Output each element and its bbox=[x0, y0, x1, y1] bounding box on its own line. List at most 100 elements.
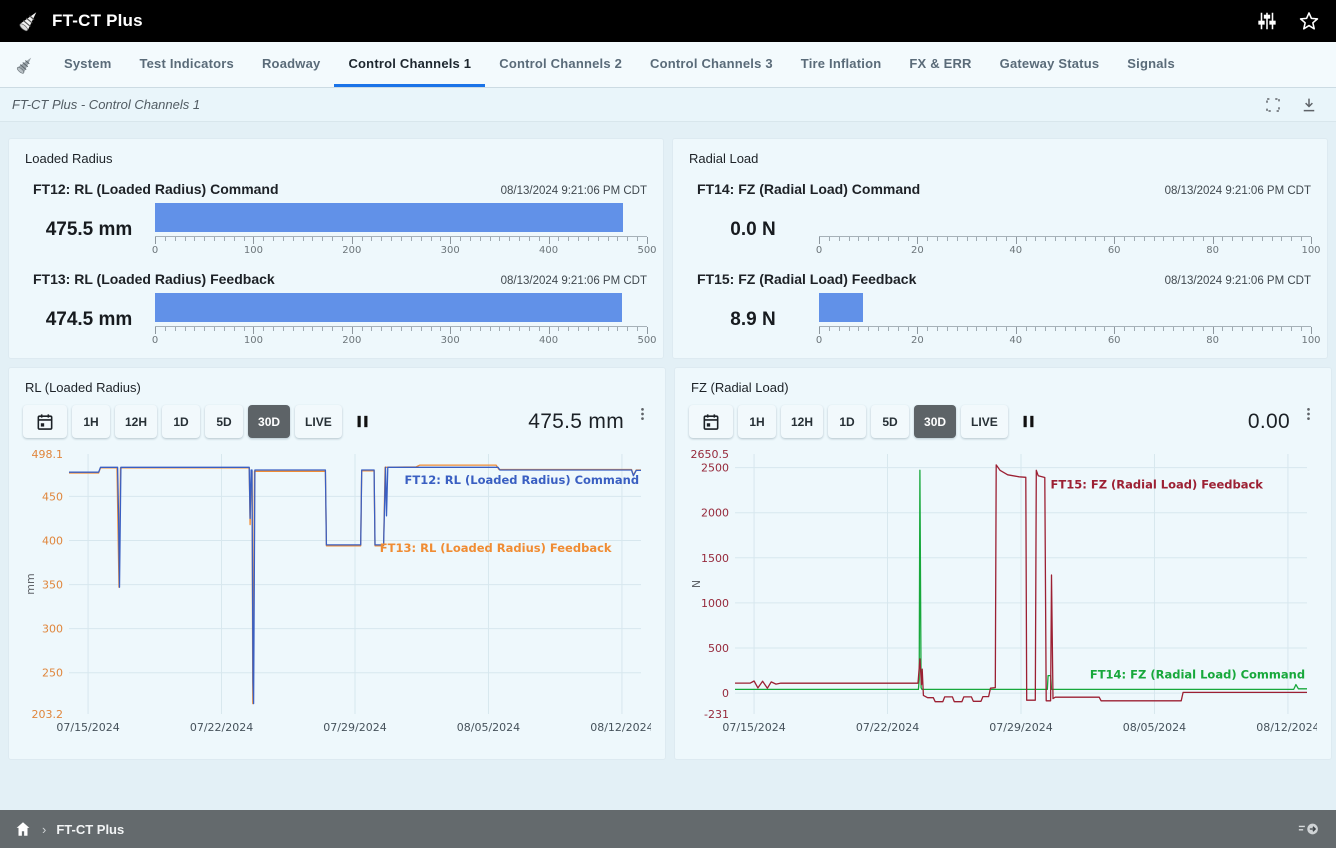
home-icon[interactable] bbox=[14, 820, 32, 838]
range-button-12h[interactable]: 12H bbox=[115, 405, 157, 438]
tab-signals[interactable]: Signals bbox=[1113, 42, 1189, 87]
svg-text:08/05/2024: 08/05/2024 bbox=[1123, 721, 1186, 734]
main-content: Loaded Radius FT12: RL (Loaded Radius) C… bbox=[0, 122, 1336, 810]
svg-text:08/12/2024: 08/12/2024 bbox=[1256, 721, 1317, 734]
svg-text:mm: mm bbox=[24, 573, 37, 594]
panel-radial-load: Radial Load FT14: FZ (Radial Load) Comma… bbox=[672, 138, 1328, 359]
fz-chart-plot[interactable]: 2650.525002000150010005000-23107/15/2024… bbox=[689, 442, 1317, 749]
range-button-1d[interactable]: 1D bbox=[828, 405, 866, 438]
range-button-30d[interactable]: 30D bbox=[914, 405, 956, 438]
chart-current-value: 475.5 mm bbox=[528, 410, 624, 434]
kebab-menu-icon[interactable] bbox=[634, 403, 651, 425]
svg-text:07/29/2024: 07/29/2024 bbox=[323, 721, 386, 734]
svg-text:07/15/2024: 07/15/2024 bbox=[56, 721, 119, 734]
tab-test-indicators[interactable]: Test Indicators bbox=[125, 42, 248, 87]
svg-text:400: 400 bbox=[42, 534, 63, 547]
chart-title: RL (Loaded Radius) bbox=[23, 378, 651, 397]
gauge-value: 8.9 N bbox=[687, 293, 819, 331]
gauge-label: FT12: RL (Loaded Radius) Command bbox=[33, 181, 279, 197]
tab-roadway[interactable]: Roadway bbox=[248, 42, 334, 87]
gauge-value: 475.5 mm bbox=[23, 203, 155, 241]
svg-text:08/12/2024: 08/12/2024 bbox=[590, 721, 651, 734]
tab-system[interactable]: System bbox=[50, 42, 125, 87]
svg-text:FT12: RL (Loaded Radius) Comma: FT12: RL (Loaded Radius) Command bbox=[405, 473, 640, 487]
rl-chart-plot[interactable]: 498.1450400350300250203.207/15/202407/22… bbox=[23, 442, 651, 749]
fullscreen-icon[interactable] bbox=[1264, 96, 1282, 114]
kebab-menu-icon[interactable] bbox=[1300, 403, 1317, 425]
footer-bar: › FT-CT Plus bbox=[0, 810, 1336, 848]
svg-text:203.2: 203.2 bbox=[32, 708, 64, 721]
tab-bar-logo-icon bbox=[8, 42, 50, 87]
range-button-live[interactable]: LIVE bbox=[295, 405, 342, 438]
range-button-1d[interactable]: 1D bbox=[162, 405, 200, 438]
star-icon[interactable] bbox=[1298, 10, 1320, 32]
tune-icon[interactable] bbox=[1256, 10, 1278, 32]
range-button-5d[interactable]: 5D bbox=[871, 405, 909, 438]
svg-text:2000: 2000 bbox=[701, 507, 729, 520]
svg-text:07/22/2024: 07/22/2024 bbox=[856, 721, 919, 734]
svg-text:2650.5: 2650.5 bbox=[691, 448, 730, 461]
gauge-timestamp: 08/13/2024 9:21:06 PM CDT bbox=[1165, 275, 1311, 287]
svg-text:350: 350 bbox=[42, 579, 63, 592]
svg-text:FT13: RL (Loaded Radius) Feedb: FT13: RL (Loaded Radius) Feedback bbox=[380, 541, 612, 555]
svg-text:250: 250 bbox=[42, 667, 63, 680]
svg-text:2500: 2500 bbox=[701, 462, 729, 475]
gauge-label: FT13: RL (Loaded Radius) Feedback bbox=[33, 271, 275, 287]
panel-title: Loaded Radius bbox=[23, 149, 649, 168]
svg-text:N: N bbox=[690, 580, 703, 588]
gauge-value: 0.0 N bbox=[687, 203, 819, 241]
gauge-ft15: FT15: FZ (Radial Load) Feedback 08/13/20… bbox=[687, 271, 1313, 348]
svg-text:1000: 1000 bbox=[701, 597, 729, 610]
svg-text:0: 0 bbox=[722, 687, 729, 700]
tab-control-channels-3[interactable]: Control Channels 3 bbox=[636, 42, 787, 87]
panel-fz-chart: FZ (Radial Load) 1H12H1D5D30DLIVE 0.00 2… bbox=[674, 367, 1332, 760]
tab-gateway-status[interactable]: Gateway Status bbox=[986, 42, 1114, 87]
range-button-12h[interactable]: 12H bbox=[781, 405, 823, 438]
range-group: 1H12H1D5D30DLIVE bbox=[738, 405, 1008, 438]
gauge-timestamp: 08/13/2024 9:21:06 PM CDT bbox=[1165, 185, 1311, 197]
send-icon[interactable] bbox=[1298, 820, 1322, 838]
chevron-right-icon: › bbox=[42, 822, 46, 837]
pause-button[interactable] bbox=[1020, 413, 1037, 430]
gauge-bar bbox=[155, 203, 647, 232]
panel-loaded-radius: Loaded Radius FT12: RL (Loaded Radius) C… bbox=[8, 138, 664, 359]
pause-button[interactable] bbox=[354, 413, 371, 430]
gauge-ruler: 020406080100 bbox=[819, 326, 1311, 348]
app-header: FT-CT Plus bbox=[0, 0, 1336, 42]
range-button-5d[interactable]: 5D bbox=[205, 405, 243, 438]
chart-toolbar: 1H12H1D5D30DLIVE 0.00 bbox=[689, 405, 1317, 438]
gauge-bar bbox=[155, 293, 647, 322]
gauge-label: FT14: FZ (Radial Load) Command bbox=[697, 181, 920, 197]
gauge-bar bbox=[819, 203, 1311, 232]
chart-title: FZ (Radial Load) bbox=[689, 378, 1317, 397]
svg-text:FT14: FZ (Radial Load) Command: FT14: FZ (Radial Load) Command bbox=[1090, 668, 1305, 682]
gauge-ft13: FT13: RL (Loaded Radius) Feedback 08/13/… bbox=[23, 271, 649, 348]
chart-row: RL (Loaded Radius) 1H12H1D5D30DLIVE 475.… bbox=[8, 367, 1328, 760]
svg-text:450: 450 bbox=[42, 490, 63, 503]
gauge-ft12: FT12: RL (Loaded Radius) Command 08/13/2… bbox=[23, 181, 649, 258]
calendar-button[interactable] bbox=[23, 405, 67, 438]
range-button-live[interactable]: LIVE bbox=[961, 405, 1008, 438]
range-button-30d[interactable]: 30D bbox=[248, 405, 290, 438]
gauge-label: FT15: FZ (Radial Load) Feedback bbox=[697, 271, 916, 287]
svg-text:FT15: FZ (Radial Load) Feedbac: FT15: FZ (Radial Load) Feedback bbox=[1051, 477, 1264, 491]
svg-text:300: 300 bbox=[42, 623, 63, 636]
download-icon[interactable] bbox=[1300, 96, 1318, 114]
gauge-ft14: FT14: FZ (Radial Load) Command 08/13/202… bbox=[687, 181, 1313, 258]
svg-text:1500: 1500 bbox=[701, 552, 729, 565]
tab-fx-err[interactable]: FX & ERR bbox=[895, 42, 985, 87]
gauge-ruler: 020406080100 bbox=[819, 236, 1311, 258]
tab-tire-inflation[interactable]: Tire Inflation bbox=[787, 42, 896, 87]
svg-text:08/05/2024: 08/05/2024 bbox=[457, 721, 520, 734]
tab-bar: SystemTest IndicatorsRoadwayControl Chan… bbox=[0, 42, 1336, 88]
tab-control-channels-2[interactable]: Control Channels 2 bbox=[485, 42, 636, 87]
range-button-1h[interactable]: 1H bbox=[72, 405, 110, 438]
gauge-bar bbox=[819, 293, 1311, 322]
chart-toolbar: 1H12H1D5D30DLIVE 475.5 mm bbox=[23, 405, 651, 438]
calendar-button[interactable] bbox=[689, 405, 733, 438]
breadcrumb: FT-CT Plus - Control Channels 1 bbox=[12, 97, 200, 112]
tab-control-channels-1[interactable]: Control Channels 1 bbox=[334, 42, 485, 87]
range-button-1h[interactable]: 1H bbox=[738, 405, 776, 438]
svg-text:07/29/2024: 07/29/2024 bbox=[989, 721, 1052, 734]
range-group: 1H12H1D5D30DLIVE bbox=[72, 405, 342, 438]
